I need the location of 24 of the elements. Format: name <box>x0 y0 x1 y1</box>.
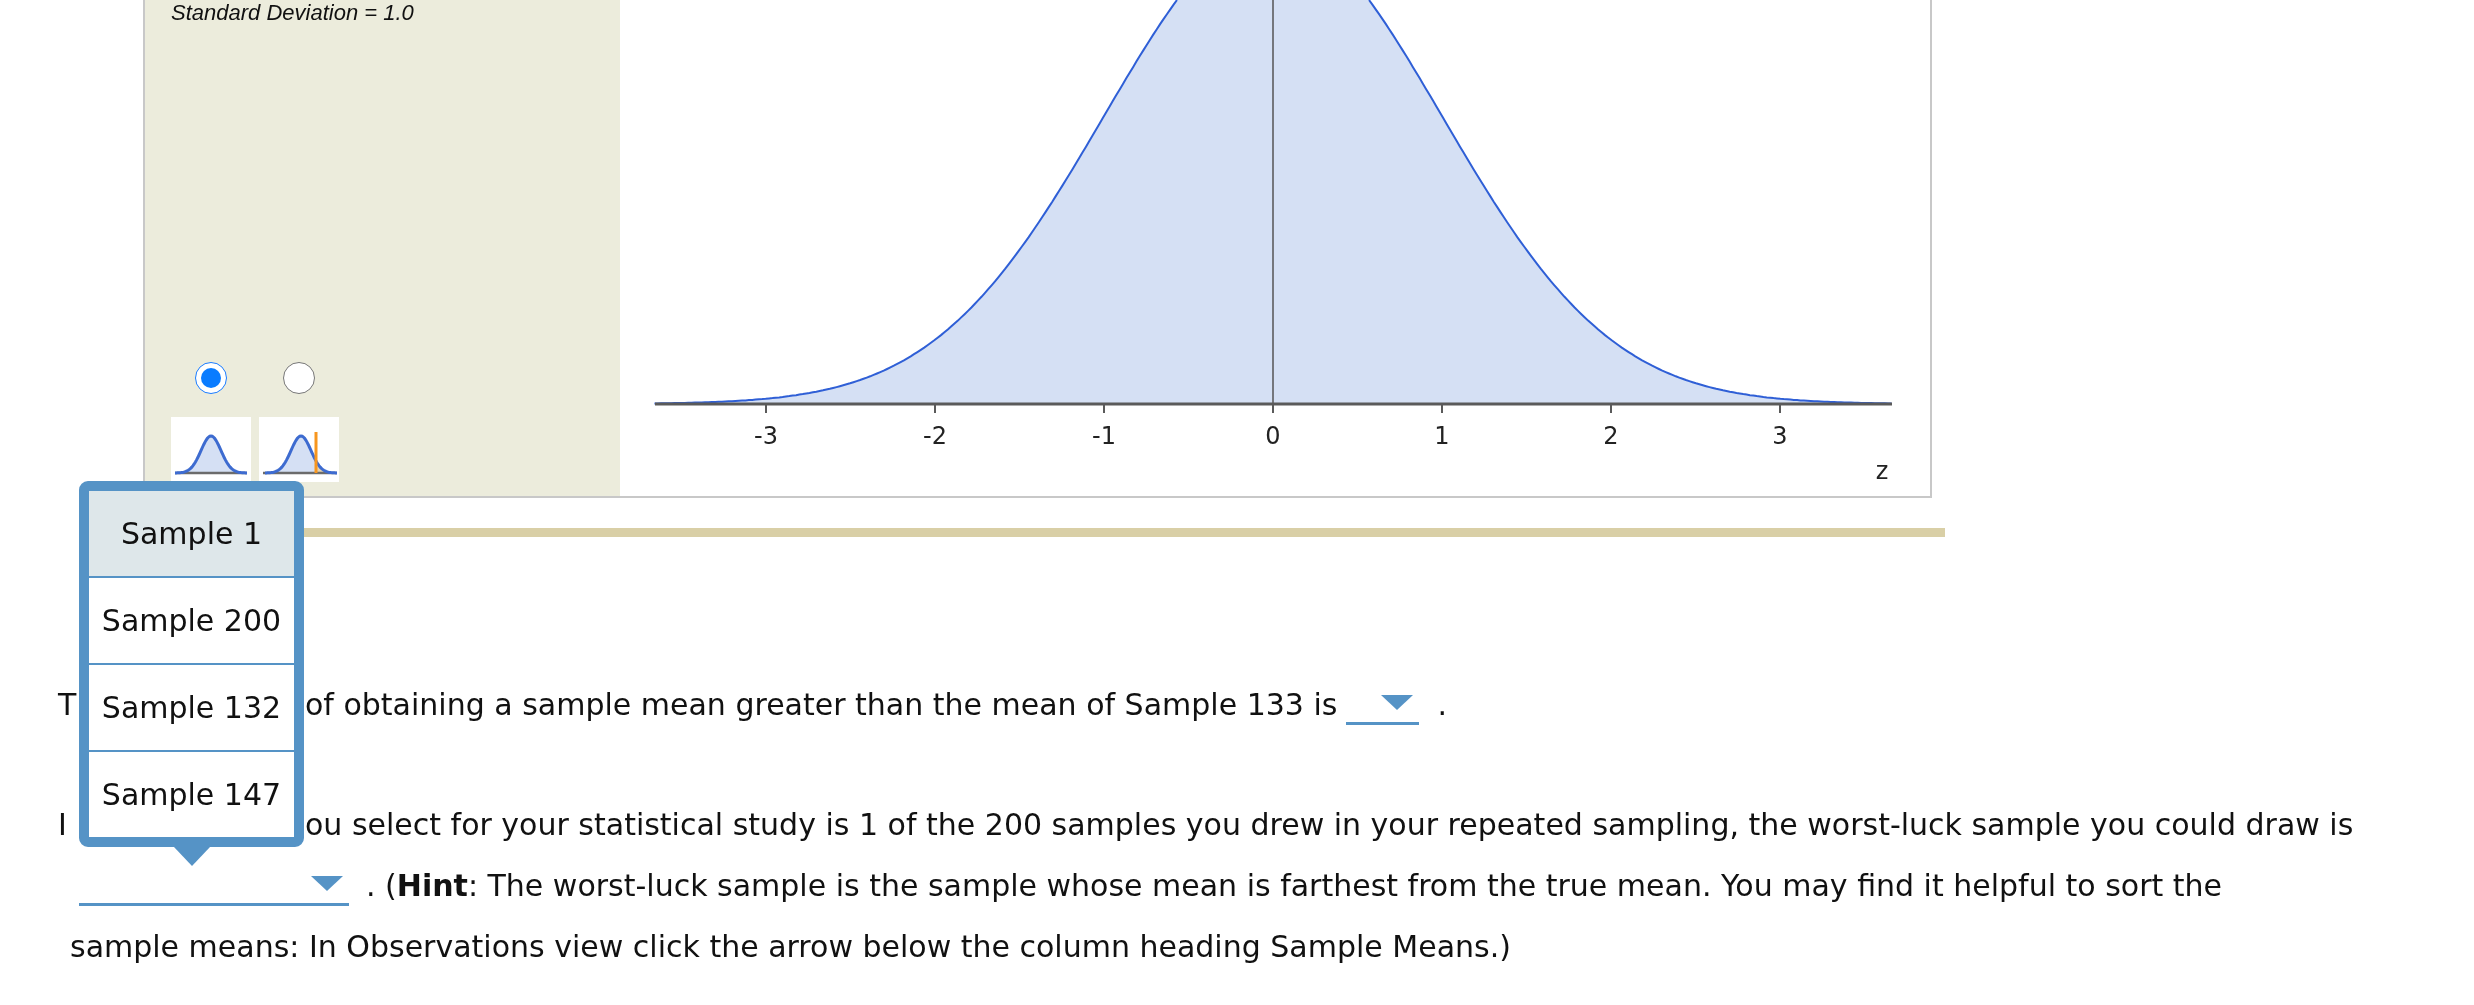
tick-label: 2 <box>1603 422 1619 450</box>
parameter-label: Standard Deviation = 1.0 <box>171 0 414 26</box>
question-text: I <box>58 807 67 842</box>
hint-text: sample means: In Observations view click the arrow below the column heading Sample Means.) <box>70 929 1511 964</box>
radio-button[interactable] <box>195 362 227 394</box>
menu-option[interactable]: Sample 200 <box>89 575 294 663</box>
question-text: . <box>1437 687 1447 722</box>
menu-option[interactable]: Sample 132 <box>89 662 294 750</box>
tick-label: -1 <box>1092 422 1116 450</box>
question-text: of obtaining a sample mean greater than the mean of Sample 133 is <box>305 687 1338 722</box>
hint-text: . (Hint: The worst-luck sample is the sample whose mean is farthest from the true mean. You may find it helpful to sort the <box>366 868 2223 903</box>
question-text: ou select for your statistical study is 1 of the 200 samples you drew in your repeated sampling, the worst-luck sample you could draw is <box>305 807 2354 842</box>
tick-label: -3 <box>754 422 778 450</box>
axis-label: z <box>1875 457 1889 485</box>
tick-label: 0 <box>1265 422 1281 450</box>
caret-icon <box>1381 694 1414 710</box>
tick-label: 1 <box>1434 422 1450 450</box>
caret-icon <box>311 875 343 891</box>
menu-option[interactable]: Sample 147 <box>89 749 294 837</box>
radio-button[interactable] <box>283 362 315 394</box>
tick-label: -2 <box>923 422 947 450</box>
tick-label: 3 <box>1772 422 1788 450</box>
menu-option[interactable]: Sample 1 <box>89 490 294 576</box>
question-text: T <box>58 687 77 722</box>
